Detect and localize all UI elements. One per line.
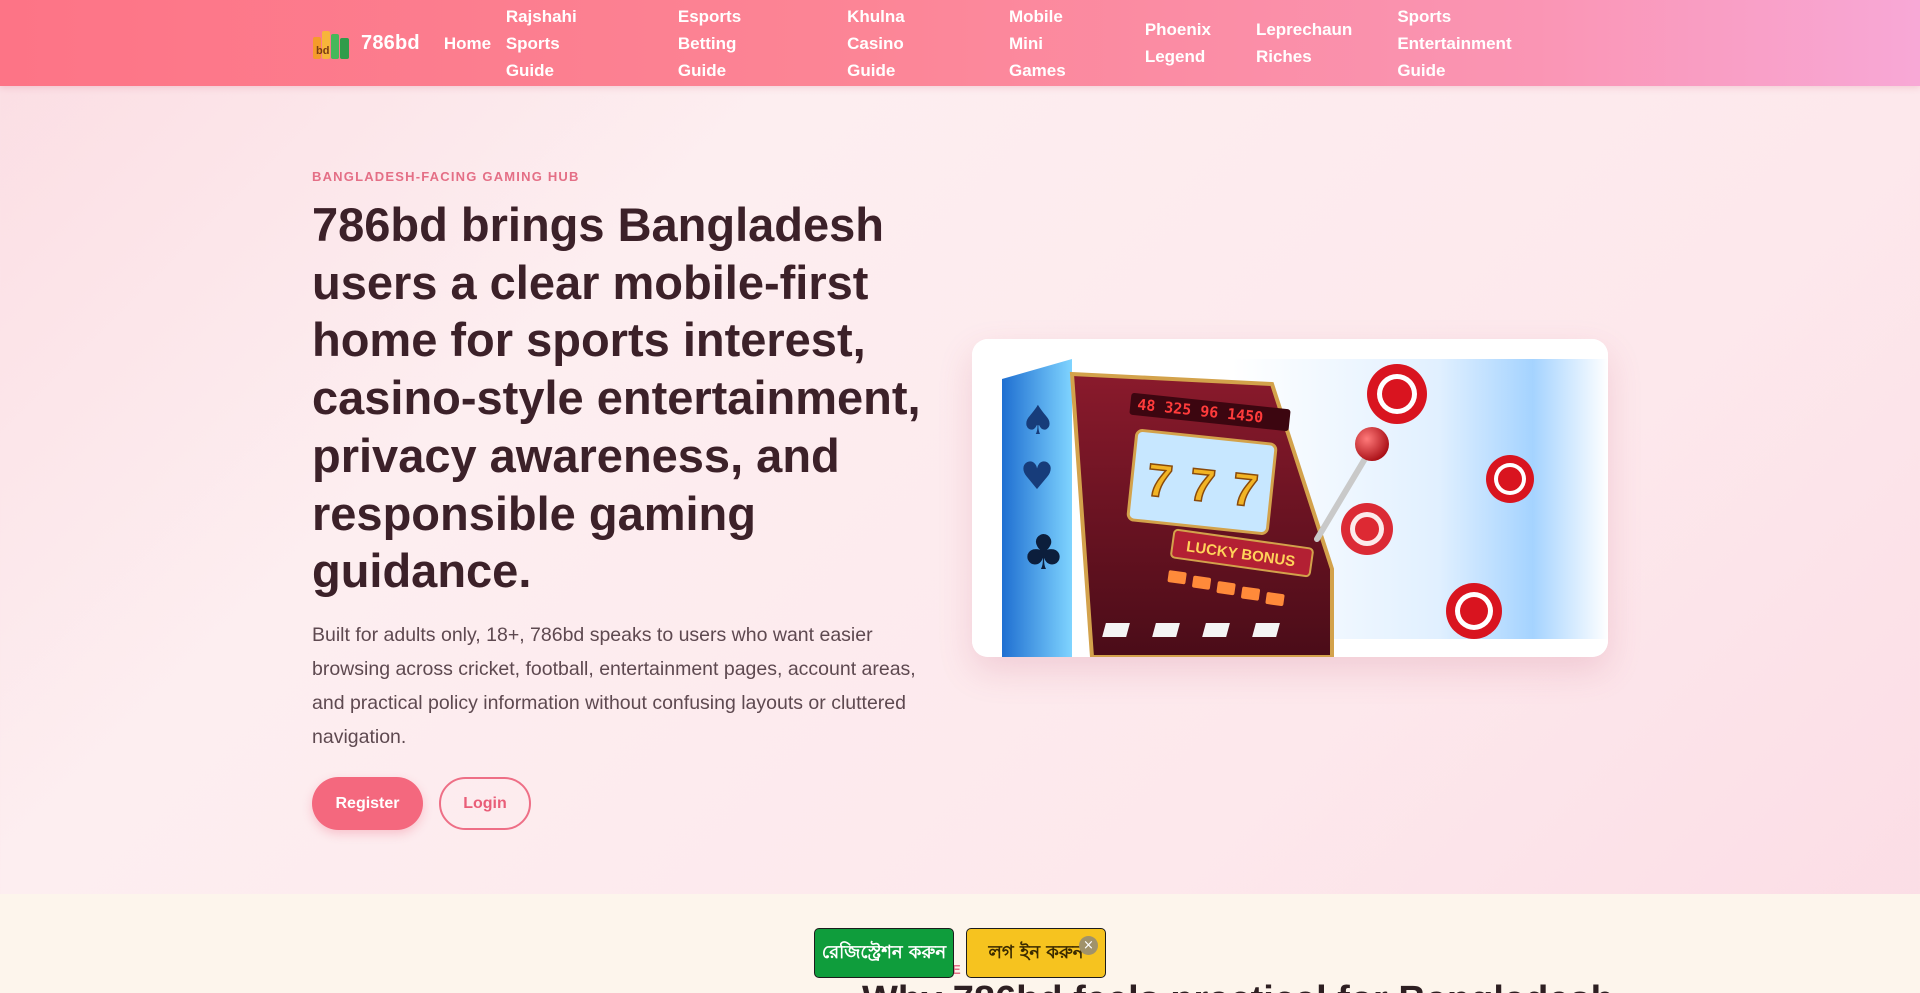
floating-register-button[interactable]: রেজিস্ট্রেশন করুন <box>814 928 954 978</box>
nav-link-sports-entertainment-guide[interactable]: Sports Entertainment Guide <box>1397 3 1567 84</box>
slot-reel-symbol: 7 <box>1144 453 1175 507</box>
hero-description: Built for adults only, 18+, 786bd speaks… <box>312 624 916 748</box>
nav-link-label: Guide <box>1397 60 1446 80</box>
svg-text:bd: bd <box>316 45 329 57</box>
slot-machine-illustration: ♠ ♥ ♣ 48 325 96 1450 777 LUCKY BONUS <box>972 339 1608 657</box>
nav-link-leprechaun-riches[interactable]: Leprechaun Riches <box>1256 16 1352 70</box>
nav-link-phoenix-legend[interactable]: Phoenix Legend <box>1145 16 1211 70</box>
close-icon[interactable]: × <box>1079 936 1098 955</box>
nav-link-label: Phoenix <box>1144 20 1211 39</box>
nav-item-rajshahi-sports-guide: Rajshahi Sports Guide <box>506 3 633 84</box>
hero-eyebrow: BANGLADESH-FACING GAMING HUB <box>312 169 580 184</box>
nav-menu: Home Rajshahi Sports Guide Esports Betting G… <box>444 3 1612 84</box>
svg-text:♥: ♥ <box>1020 454 1054 498</box>
nav-link-mobile-mini-games[interactable]: Mobile Mini Games <box>1009 3 1100 84</box>
section-title: Why 786bd feels practical for Bangladesh <box>862 978 1614 993</box>
nav-link-label: Sports Entertainment <box>1397 6 1512 53</box>
hero-image-card: ♠ ♥ ♣ 48 325 96 1450 777 LUCKY BONUS <box>972 339 1608 657</box>
nav-link-label: Guide <box>677 60 727 80</box>
nav-item-phoenix-legend: Phoenix Legend <box>1145 16 1211 70</box>
svg-text:♠: ♠ <box>1020 398 1056 444</box>
nav-link-label: Khulna Casino <box>847 6 905 53</box>
nav-link-label: Esports Betting <box>677 6 742 53</box>
nav-link-home[interactable]: Home <box>444 30 506 57</box>
top-navbar: bd 786bd Home Rajshahi Sports Guide Esports… <box>0 0 1920 86</box>
register-button[interactable]: Register <box>312 777 423 830</box>
brand-logo-link[interactable]: bd 786bd <box>312 23 420 63</box>
nav-link-khulna-casino-guide[interactable]: Khulna Casino Guide <box>847 3 964 84</box>
nav-link-label: Mobile Mini <box>1008 6 1063 53</box>
svg-text:♣: ♣ <box>1022 525 1065 581</box>
nav-link-label: Guide <box>505 60 554 80</box>
nav-item-home: Home <box>444 30 506 57</box>
nav-link-label: Legend <box>1144 47 1206 66</box>
nav-link-rajshahi-sports-guide[interactable]: Rajshahi Sports Guide <box>506 3 633 84</box>
786bd-logo-icon: bd <box>312 23 352 63</box>
nav-item-sports-entertainment-guide: Sports Entertainment Guide <box>1397 3 1567 84</box>
nav-link-esports-betting-guide[interactable]: Esports Betting Guide <box>678 3 802 84</box>
slot-reel-symbol: 7 <box>1187 458 1218 512</box>
nav-link-label: Riches <box>1255 47 1312 66</box>
slot-reel-symbol: 7 <box>1230 462 1261 516</box>
nav-item-khulna-casino-guide: Khulna Casino Guide <box>847 3 964 84</box>
nav-link-label: Rajshahi Sports <box>505 6 577 53</box>
nav-link-label: Games <box>1008 60 1066 80</box>
hero-title: 786bd brings Bangladesh users a clear mo… <box>312 198 921 598</box>
brand-name: 786bd <box>361 31 420 54</box>
nav-link-label: Home <box>443 33 492 53</box>
nav-link-label: Guide <box>847 60 896 80</box>
nav-item-mobile-mini-games: Mobile Mini Games <box>1009 3 1100 84</box>
nav-item-esports-betting-guide: Esports Betting Guide <box>678 3 802 84</box>
nav-item-leprechaun-riches: Leprechaun Riches <box>1256 16 1352 70</box>
nav-link-label: Leprechaun <box>1255 20 1353 39</box>
login-button[interactable]: Login <box>439 777 531 830</box>
navbar-inner: bd 786bd Home Rajshahi Sports Guide Esports… <box>312 0 1612 86</box>
